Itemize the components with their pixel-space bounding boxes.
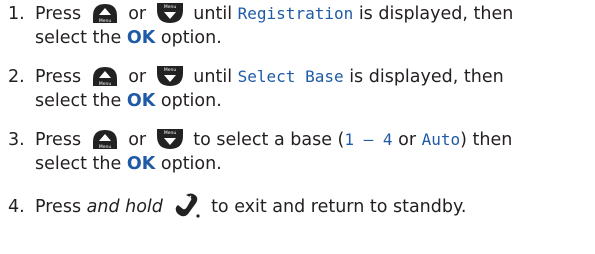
until-text: until [193, 4, 233, 24]
step-1-line-1: 1. Press Menu or Menu until Registration … [8, 2, 593, 26]
select-text: select the [35, 28, 122, 48]
or-text: or [128, 4, 147, 24]
after-text: is displayed, then [349, 67, 504, 87]
menu-down-button-icon: Menu [154, 2, 186, 24]
menu-down-button-icon: Menu [154, 128, 186, 150]
step-1: 1. Press Menu or Menu until Registration … [8, 2, 593, 50]
step-3: 3. Press Menu or Menu to select a base (1… [8, 128, 593, 176]
step-2-line-1: 2. Press Menu or Menu until Select Base i… [8, 65, 593, 89]
step-2: 2. Press Menu or Menu until Select Base i… [8, 65, 593, 113]
up-arrow-button-icon: Menu [89, 65, 121, 87]
ok-option: OK [126, 91, 156, 111]
display-text-select-base: Select Base [237, 67, 344, 86]
up-arrow-button-icon: Menu [89, 2, 121, 24]
until-text: until [193, 67, 233, 87]
svg-text:Menu: Menu [98, 18, 111, 24]
select-text: select the [35, 154, 122, 174]
or-text: or [128, 67, 147, 87]
svg-text:Menu: Menu [164, 4, 177, 10]
press-text: Press [35, 197, 82, 217]
exit-text: to exit and return to standby. [211, 197, 467, 217]
display-text-registration: Registration [237, 4, 354, 23]
ok-option: OK [126, 154, 156, 174]
then-text: ) then [460, 130, 513, 150]
step-number: 3. [8, 130, 25, 150]
step-number: 4. [8, 197, 25, 217]
svg-text:Menu: Menu [98, 81, 111, 87]
and-hold-text: and hold [86, 197, 163, 217]
select-base-text: to select a base ( [193, 130, 345, 150]
option-text: option. [160, 154, 222, 174]
menu-down-button-icon: Menu [154, 65, 186, 87]
press-text: Press [35, 130, 82, 150]
step-4: 4. Press and hold to exit and return to s… [8, 193, 593, 219]
svg-text:Menu: Menu [98, 144, 111, 150]
step-1-line-2: select the OK option. [8, 26, 593, 50]
or-text: or [398, 130, 417, 150]
press-text: Press [35, 4, 82, 24]
svg-text:Menu: Menu [164, 130, 177, 136]
press-text: Press [35, 67, 82, 87]
or-text: or [128, 130, 147, 150]
step-3-line-2: select the OK option. [8, 152, 593, 176]
option-text: option. [160, 28, 222, 48]
end-call-icon [172, 193, 202, 219]
select-text: select the [35, 91, 122, 111]
option-text: option. [160, 91, 222, 111]
after-text: is displayed, then [358, 4, 514, 24]
step-2-line-2: select the OK option. [8, 89, 593, 113]
up-arrow-button-icon: Menu [89, 128, 121, 150]
base-range: 1 – 4 [344, 130, 393, 149]
step-number: 1. [8, 4, 25, 24]
svg-text:Menu: Menu [164, 67, 177, 73]
ok-option: OK [126, 28, 156, 48]
step-number: 2. [8, 67, 25, 87]
instruction-steps: 1. Press Menu or Menu until Registration … [0, 0, 595, 254]
step-3-line-1: 3. Press Menu or Menu to select a base (1… [8, 128, 593, 152]
auto-option: Auto [421, 130, 461, 149]
